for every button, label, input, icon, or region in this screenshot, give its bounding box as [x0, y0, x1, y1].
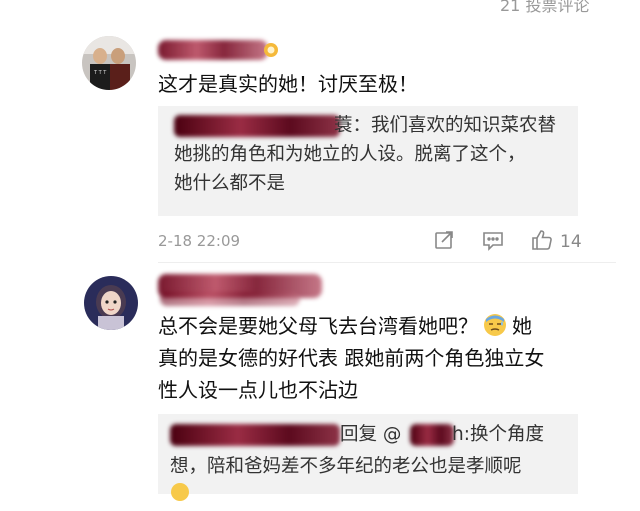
vip-badge-icon: [262, 42, 280, 58]
svg-text:T T T: T T T: [93, 70, 107, 76]
avatar-cartoon[interactable]: [84, 276, 138, 330]
comment-text-line-3: 性人设一点儿也不沾边: [158, 378, 358, 402]
reply-username-redacted: [174, 115, 340, 137]
reply-suffix: h:换个角度: [452, 424, 544, 445]
comment-text-part: 她: [512, 314, 532, 338]
like-button[interactable]: 14: [530, 228, 582, 256]
quoted-reply[interactable]: 蓑：我们喜欢的知识菜农替 她挑的角色和为她立的人设。脱离了这个， 她什么都不是: [158, 106, 578, 216]
comment-text-line-1: 总不会是要她父母飞去台湾看她吧？ 她: [158, 310, 532, 342]
comment-timestamp: 2-18 22:09: [158, 232, 241, 250]
like-count: 14: [560, 232, 582, 252]
reply-prefix: 回复 @: [340, 424, 402, 445]
comment-text-line-2: 真的是女德的好代表 跟她前两个角色独立女: [158, 346, 545, 370]
vote-count-fragment: 21 投票评论: [500, 0, 590, 15]
comment-text-part: 总不会是要她父母飞去台湾看她吧？: [158, 314, 478, 338]
quoted-reply[interactable]: 回复 @ h:换个角度 想，陪和爸妈差不多年纪的老公也是孝顺呢: [158, 414, 578, 501]
username-redacted: [158, 40, 268, 60]
username-redacted-2: [160, 292, 300, 306]
cold-sweat-emoji-icon: [482, 313, 508, 337]
thumbs-up-icon: [530, 228, 554, 256]
avatar-photo[interactable]: T T T: [82, 36, 136, 90]
comment-text: 这才是真实的她！讨厌至极！: [158, 72, 418, 96]
smile-emoji-icon: [170, 482, 190, 511]
reply-line-3: 她什么都不是: [174, 173, 286, 194]
reply-line-1: 蓑：我们喜欢的知识菜农替: [334, 115, 557, 136]
comment-icon[interactable]: [481, 228, 505, 252]
reply-line-2: 她挑的角色和为她立的人设。脱离了这个，: [174, 144, 526, 165]
reply-mention-redacted: [410, 424, 454, 446]
comment-divider: [158, 262, 616, 263]
share-icon[interactable]: [432, 228, 456, 252]
reply-username-redacted: [170, 424, 340, 446]
reply-line-2: 想，陪和爸妈差不多年纪的老公也是孝顺呢: [170, 456, 522, 477]
